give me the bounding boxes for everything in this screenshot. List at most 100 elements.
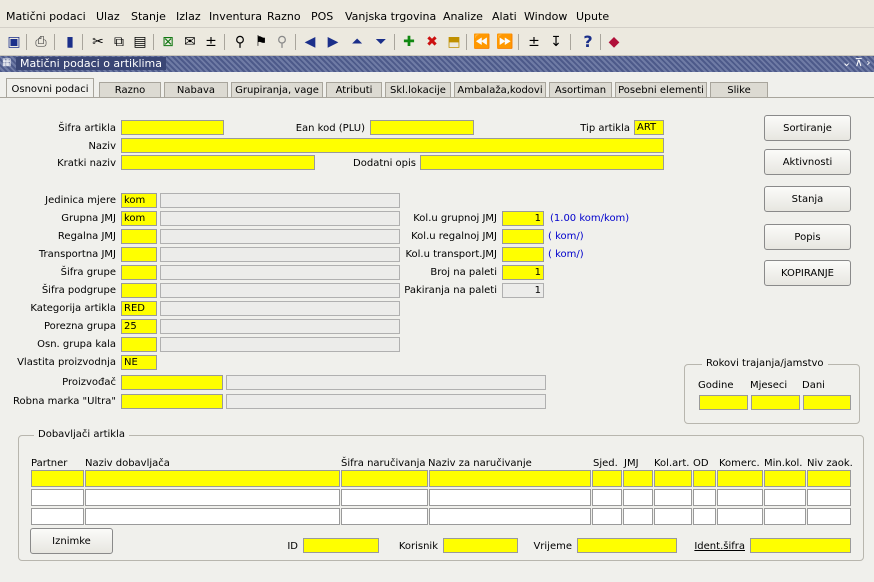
porezna-grupa-field[interactable]: 25 <box>121 319 157 334</box>
insert-record-icon[interactable]: ✚ <box>399 32 419 52</box>
sortiranje-button[interactable]: Sortiranje <box>764 115 851 141</box>
first-record-icon[interactable]: ⏪ <box>472 32 492 52</box>
regalna-jmj-field[interactable] <box>121 229 157 244</box>
ident-sifra-label[interactable]: Ident.šifra <box>680 541 745 552</box>
tab-atributi[interactable]: Atributi <box>326 82 382 98</box>
rokovi-dani-field[interactable] <box>803 395 851 410</box>
paste-icon[interactable]: ▤ <box>130 32 150 52</box>
row1-minkol-cell[interactable] <box>764 470 806 487</box>
ean-kod-field[interactable] <box>370 120 474 135</box>
menu-vanjska-trgovina[interactable]: Vanjska trgovina <box>345 10 436 23</box>
row1-sifra-cell[interactable] <box>341 470 428 487</box>
query-icon[interactable]: ⚲ <box>230 32 250 52</box>
sifra-podgrupe-field[interactable] <box>121 283 157 298</box>
copy-icon[interactable]: ⧉ <box>109 32 129 52</box>
row1-jmj-cell[interactable] <box>623 470 653 487</box>
tip-artikla-field[interactable]: ART <box>634 120 664 135</box>
transportna-jmj-field[interactable] <box>121 247 157 262</box>
last-record-icon[interactable]: ⏩ <box>495 32 515 52</box>
row1-od-cell[interactable] <box>693 470 716 487</box>
dodatni-opis-field[interactable] <box>420 155 664 170</box>
popis-button[interactable]: Popis <box>764 224 851 250</box>
rokovi-mjeseci-field[interactable] <box>751 395 800 410</box>
row2-od-cell[interactable] <box>693 489 716 506</box>
exit-icon[interactable]: ▮ <box>60 32 80 52</box>
tab-nabava[interactable]: Nabava <box>164 82 228 98</box>
kopiranje-button[interactable]: KOPIRANJE <box>764 260 851 286</box>
row2-komerc-cell[interactable] <box>717 489 763 506</box>
sifra-artikla-field[interactable] <box>121 120 224 135</box>
menu-upute[interactable]: Upute <box>576 10 609 23</box>
row1-komerc-cell[interactable] <box>717 470 763 487</box>
row3-jmj-cell[interactable] <box>623 508 653 525</box>
row2-kolart-cell[interactable] <box>654 489 692 506</box>
iznimke-button[interactable]: Iznimke <box>30 528 113 554</box>
rokovi-godine-field[interactable] <box>699 395 748 410</box>
kol-regalnoj-field[interactable] <box>502 229 544 244</box>
menu-pos[interactable]: POS <box>311 10 333 23</box>
cut-icon[interactable]: ✂ <box>88 32 108 52</box>
menu-inventura[interactable]: Inventura <box>209 10 262 23</box>
vlastita-proizvodnja-field[interactable]: NE <box>121 355 157 370</box>
row1-partner-cell[interactable] <box>31 470 84 487</box>
row3-kolart-cell[interactable] <box>654 508 692 525</box>
ident-sifra-field[interactable] <box>750 538 851 553</box>
row3-sifra-cell[interactable] <box>341 508 428 525</box>
id-field[interactable] <box>303 538 379 553</box>
tab-ambalaza-kodovi[interactable]: Ambalaža,kodovi <box>454 82 546 98</box>
proizvodac-field[interactable] <box>121 375 223 390</box>
last-block-icon[interactable]: ⏷ <box>371 32 391 52</box>
menu-izlaz[interactable]: Izlaz <box>176 10 201 23</box>
tab-posebni-elementi[interactable]: Posebni elementi <box>615 82 707 98</box>
row3-nivzaok-cell[interactable] <box>807 508 851 525</box>
row2-sjed-cell[interactable] <box>592 489 622 506</box>
row1-kolart-cell[interactable] <box>654 470 692 487</box>
delete-record-icon[interactable]: ✖ <box>422 32 442 52</box>
row1-naziv-nar-cell[interactable] <box>429 470 591 487</box>
row1-naziv-cell[interactable] <box>85 470 340 487</box>
jedinica-mjere-field[interactable]: kom <box>121 193 157 208</box>
tab-skl-lokacije[interactable]: Skl.lokacije <box>385 82 451 98</box>
tab-osnovni-podaci[interactable]: Osnovni podaci <box>6 78 94 98</box>
broj-na-paleti-field[interactable]: 1 <box>502 265 544 280</box>
window-controls[interactable]: ⌄ ⊼ › <box>842 56 871 69</box>
tab-asortiman[interactable]: Asortiman <box>549 82 612 98</box>
kol-transport-field[interactable] <box>502 247 544 262</box>
osn-grupa-kala-field[interactable] <box>121 337 157 352</box>
lock-icon[interactable]: ⬒ <box>444 32 464 52</box>
mail-icon[interactable]: ✉ <box>180 32 200 52</box>
row2-minkol-cell[interactable] <box>764 489 806 506</box>
row3-sjed-cell[interactable] <box>592 508 622 525</box>
menu-razno[interactable]: Razno <box>267 10 301 23</box>
grupna-jmj-field[interactable]: kom <box>121 211 157 226</box>
row2-naziv-cell[interactable] <box>85 489 340 506</box>
row3-naziv-cell[interactable] <box>85 508 340 525</box>
excel-icon[interactable]: ⊠ <box>158 32 178 52</box>
menu-window[interactable]: Window <box>524 10 567 23</box>
kratki-naziv-field[interactable] <box>121 155 315 170</box>
menu-stanje[interactable]: Stanje <box>131 10 166 23</box>
next-record-icon[interactable]: ▶ <box>323 32 343 52</box>
kol-grupnoj-field[interactable]: 1 <box>502 211 544 226</box>
row3-partner-cell[interactable] <box>31 508 84 525</box>
aktivnosti-button[interactable]: Aktivnosti <box>764 149 851 175</box>
row2-jmj-cell[interactable] <box>623 489 653 506</box>
sifra-grupe-field[interactable] <box>121 265 157 280</box>
download-icon[interactable]: ± <box>201 32 221 52</box>
sort-desc-icon[interactable]: ↧ <box>546 32 566 52</box>
menu-ulaz[interactable]: Ulaz <box>96 10 120 23</box>
naziv-field[interactable] <box>121 138 664 153</box>
row3-komerc-cell[interactable] <box>717 508 763 525</box>
tab-slike[interactable]: Slike <box>710 82 768 98</box>
sort-asc-icon[interactable]: ± <box>524 32 544 52</box>
row3-od-cell[interactable] <box>693 508 716 525</box>
cancel-query-icon[interactable]: ⚲ <box>272 32 292 52</box>
row2-partner-cell[interactable] <box>31 489 84 506</box>
korisnik-field[interactable] <box>443 538 518 553</box>
row3-minkol-cell[interactable] <box>764 508 806 525</box>
row1-nivzaok-cell[interactable] <box>807 470 851 487</box>
row2-sifra-cell[interactable] <box>341 489 428 506</box>
tab-grupiranja-vage[interactable]: Grupiranja, vage <box>231 82 323 98</box>
menu-alati[interactable]: Alati <box>492 10 517 23</box>
prev-record-icon[interactable]: ◀ <box>300 32 320 52</box>
